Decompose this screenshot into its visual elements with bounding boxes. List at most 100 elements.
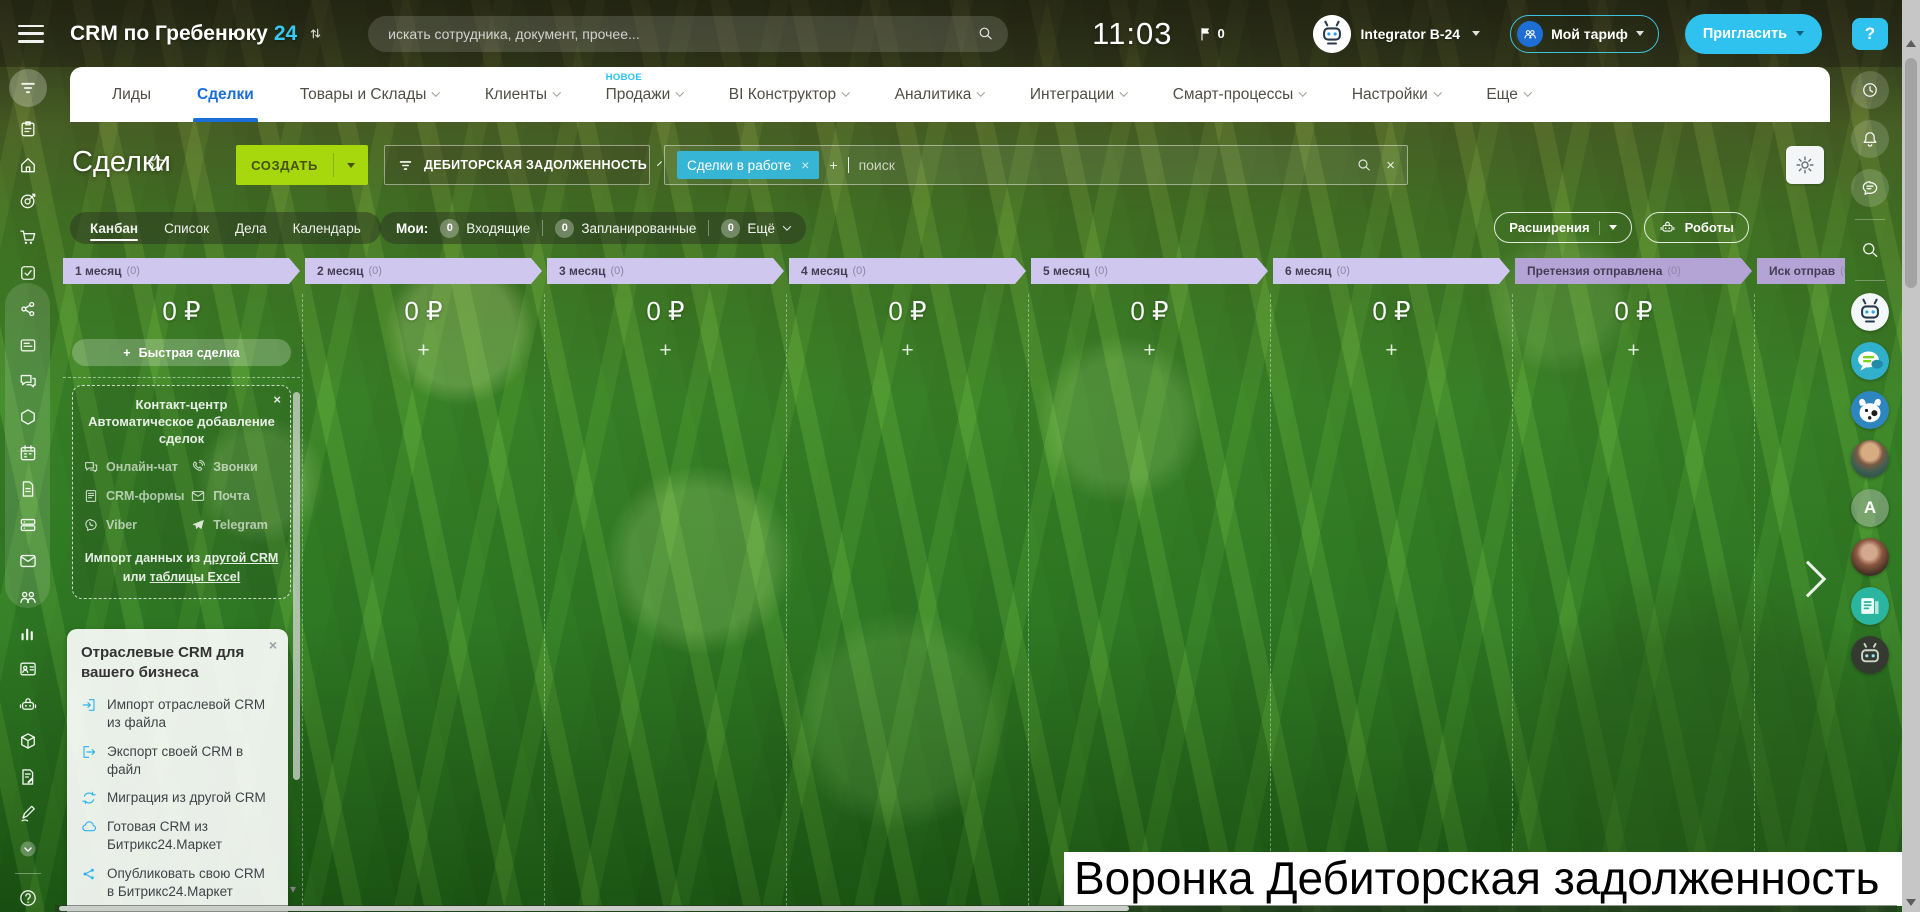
user-avatar[interactable] [1313, 15, 1351, 53]
scroll-up-icon[interactable] [1906, 40, 1916, 47]
quick-deal-button[interactable]: +Быстрая сделка [72, 339, 291, 366]
sidebar-item-kanban-card[interactable] [10, 327, 46, 363]
add-deal-button[interactable]: + [1031, 341, 1268, 361]
column-header[interactable]: 1 месяц(0) [63, 258, 300, 284]
horizontal-scrollbar-thumb[interactable] [59, 906, 1129, 911]
sidebar-item-docs-sign[interactable] [10, 759, 46, 795]
column-header[interactable]: 2 месяц(0) [305, 258, 542, 284]
contact-center-item[interactable]: Viber [83, 517, 186, 533]
letter-a-avatar[interactable]: A [1851, 489, 1889, 527]
flag-counter[interactable]: 0 [1198, 26, 1224, 42]
add-deal-button[interactable]: + [789, 341, 1026, 361]
sidebar-item-contacts[interactable] [10, 651, 46, 687]
right-item-search[interactable] [1852, 232, 1888, 268]
sidebar-item-robot[interactable] [10, 687, 46, 723]
nav-item-9[interactable]: Смарт-процессы [1173, 67, 1306, 122]
column-scrollbar[interactable] [293, 392, 300, 780]
contact-center-item[interactable]: Почта [190, 488, 280, 504]
filter-tag[interactable]: Сделки в работе × [677, 151, 819, 179]
man-avatar[interactable] [1851, 440, 1889, 478]
counter-2[interactable]: 0Запланированные [555, 219, 696, 238]
sidebar-item-chat[interactable] [10, 363, 46, 399]
industry-crm-item[interactable]: Импорт отраслевой CRM из файла [81, 696, 274, 732]
add-deal-button[interactable]: + [547, 341, 784, 361]
search-icon[interactable] [1356, 157, 1372, 173]
settings-gear-button[interactable] [1786, 146, 1824, 184]
column-scroll-down-icon[interactable]: ▾ [290, 882, 296, 896]
sidebar-item-help[interactable] [10, 880, 46, 912]
counter-3[interactable]: 0Ещё [721, 219, 790, 238]
add-deal-button[interactable]: + [305, 341, 542, 361]
import-excel-link[interactable]: таблицы Excel [150, 570, 241, 584]
robot-avatar[interactable] [1851, 293, 1889, 331]
chat-avatar[interactable] [1851, 342, 1889, 380]
contact-center-item[interactable]: CRM-формы [83, 488, 186, 504]
counter-1[interactable]: 0Входящие [440, 219, 530, 238]
column-header[interactable]: Иск отправ(0) [1757, 258, 1845, 284]
nav-item-4[interactable]: Клиенты [485, 67, 560, 122]
portal-title[interactable]: CRM по Гребенюку24 [70, 22, 297, 46]
sidebar-item-sites[interactable] [10, 399, 46, 435]
woman-avatar[interactable] [1851, 538, 1889, 576]
nav-item-1[interactable]: Лиды [112, 67, 151, 122]
view-tab-список[interactable]: Список [164, 214, 209, 243]
nav-item-10[interactable]: Настройки [1352, 67, 1441, 122]
filter-search-field[interactable]: Сделки в работе × + поиск × [664, 145, 1408, 185]
global-search-input[interactable] [368, 26, 1008, 42]
column-header[interactable]: 5 месяц(0) [1031, 258, 1268, 284]
nav-item-6[interactable]: BI Конструктор [729, 67, 849, 122]
sidebar-item-mail[interactable] [10, 543, 46, 579]
contact-center-item[interactable]: Telegram [190, 517, 280, 533]
sidebar-item-sign[interactable] [10, 795, 46, 831]
favorite-star-icon[interactable] [146, 152, 168, 174]
clear-search-icon[interactable]: × [1386, 157, 1395, 174]
right-item-notifications[interactable] [1851, 120, 1889, 158]
sidebar-item-crm-network[interactable] [10, 291, 46, 327]
sidebar-item-stats[interactable] [10, 615, 46, 651]
add-deal-button[interactable]: + [1273, 341, 1510, 361]
swap-icon[interactable] [307, 25, 324, 42]
user-profile[interactable]: Integrator B-24 [1313, 15, 1481, 53]
nav-item-5[interactable]: НОВОЕПродажи [606, 67, 683, 122]
sidebar-item-tasks[interactable] [10, 255, 46, 291]
industry-crm-item[interactable]: Экспорт своей CRM в файл [81, 743, 274, 779]
scroll-down-icon[interactable] [1906, 899, 1916, 906]
sidebar-item-shop[interactable] [10, 219, 46, 255]
sidebar-item-drive[interactable] [10, 507, 46, 543]
menu-hamburger-icon[interactable] [18, 25, 44, 43]
sidebar-item-company[interactable] [10, 147, 46, 183]
sidebar-item-goals[interactable] [10, 183, 46, 219]
search-icon[interactable] [977, 25, 994, 42]
industry-crm-item[interactable]: Опубликовать свою CRM в Битрикс24.Маркет [81, 865, 274, 901]
news-avatar[interactable] [1851, 587, 1889, 625]
dog-avatar[interactable] [1851, 391, 1889, 429]
nav-item-11[interactable]: Еще [1486, 67, 1530, 122]
help-button[interactable]: ? [1852, 18, 1888, 50]
sidebar-item-planner[interactable] [10, 111, 46, 147]
view-tab-календарь[interactable]: Календарь [293, 214, 361, 243]
sidebar-item-collapse[interactable] [10, 831, 46, 867]
sidebar-item-market[interactable] [10, 723, 46, 759]
import-crm-link[interactable]: другой CRM [204, 551, 279, 565]
industry-crm-item[interactable]: Готовая CRM из Битрикс24.Маркет [81, 818, 274, 854]
contact-center-item[interactable]: Онлайн-чат [83, 459, 186, 475]
view-tab-дела[interactable]: Дела [235, 214, 267, 243]
window-scrollbar-thumb[interactable] [1905, 58, 1917, 288]
sidebar-item-documents[interactable] [10, 471, 46, 507]
extensions-button[interactable]: Расширения [1494, 212, 1631, 243]
my-tariff-button[interactable]: Мой тариф [1510, 15, 1659, 53]
right-item-messenger[interactable] [1851, 169, 1889, 207]
sidebar-item-employees[interactable] [10, 579, 46, 615]
clock[interactable]: 11:03 [1092, 16, 1172, 52]
tag-close-icon[interactable]: × [801, 157, 809, 173]
nav-item-7[interactable]: Аналитика [895, 67, 984, 122]
close-icon[interactable]: × [269, 637, 277, 653]
create-button[interactable]: СОЗДАТЬ [236, 145, 368, 185]
column-header[interactable]: Претензия отправлена(0) [1515, 258, 1752, 284]
invite-button[interactable]: Пригласить [1685, 14, 1822, 54]
column-header[interactable]: 4 месяц(0) [789, 258, 1026, 284]
nav-item-8[interactable]: Интеграции [1030, 67, 1127, 122]
create-dropdown[interactable] [334, 145, 368, 185]
contact-center-item[interactable]: Звонки [190, 459, 280, 475]
sidebar-item-crm-funnel[interactable] [9, 69, 47, 107]
